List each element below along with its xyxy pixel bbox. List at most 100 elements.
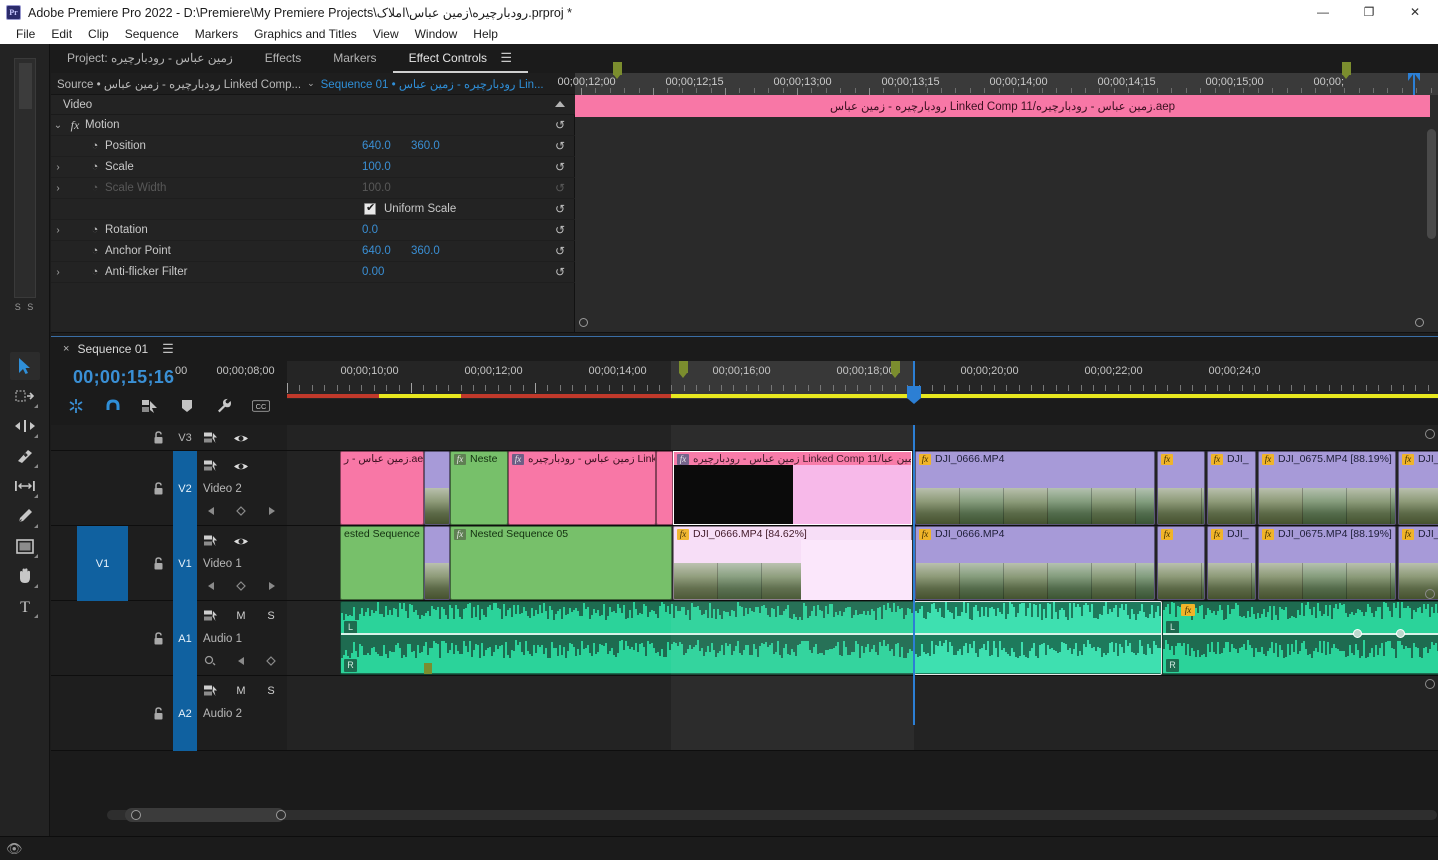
timeline-clip[interactable] — [424, 526, 450, 600]
track-lock-icon[interactable] — [153, 431, 164, 447]
stopwatch-icon[interactable]: ◔ — [85, 224, 105, 236]
track-target-v3[interactable]: V3 — [173, 425, 197, 451]
menu-view[interactable]: View — [365, 26, 407, 42]
timeline-clip[interactable]: fx — [1157, 451, 1205, 525]
slip-tool[interactable] — [10, 472, 40, 500]
timeline-clip[interactable]: ested Sequence 04 — [340, 526, 424, 600]
timeline-clip[interactable]: fx Neste — [450, 451, 508, 525]
track-target-a2[interactable]: A2 — [173, 676, 197, 751]
eye-icon[interactable]: 👁 — [6, 841, 23, 857]
track-target-v1[interactable]: V1 — [173, 526, 197, 601]
track-body-v1[interactable]: ested Sequence 04 fx Nested Sequence 05 fx D… — [287, 526, 1438, 601]
reset-icon[interactable]: ↺ — [555, 265, 565, 279]
timeline-clip[interactable]: fx Nested Sequence 05 — [450, 526, 672, 600]
scrollbar-right-grip[interactable] — [276, 810, 286, 820]
vscroll-mid-grip[interactable] — [1425, 589, 1435, 599]
hand-tool[interactable] — [10, 562, 40, 590]
track-lock-icon[interactable] — [153, 631, 164, 648]
effect-controls-vertical-scrollbar[interactable] — [1427, 129, 1436, 239]
add-keyframe-icon[interactable] — [233, 579, 249, 593]
stopwatch-icon[interactable]: ◔ — [85, 245, 105, 257]
effect-controls-ruler[interactable]: 00;00;12;00 00;00;12;15 00;00;13;00 00;00;1… — [558, 62, 1438, 95]
reset-icon[interactable]: ↺ — [555, 202, 565, 216]
sync-lock-icon[interactable] — [203, 534, 219, 548]
ruler-workarea-bar[interactable] — [287, 394, 1438, 398]
tab-project[interactable]: Project: زمین عباس - رودبارچیره — [51, 45, 249, 73]
property-row-anchor-point[interactable]: ◔ Anchor Point 640.0 360.0 ↺ — [51, 241, 575, 262]
timeline-clip[interactable]: fx DJI_0675.MP4 [88.19%] — [1258, 451, 1396, 525]
track-body-v2[interactable]: زمین عباس - ر.aepfxNestefxزمین عباس - رو… — [287, 451, 1438, 526]
panel-menu-icon[interactable]: ☰ — [162, 341, 174, 357]
property-row-uniform-scale[interactable]: Uniform Scale ↺ — [51, 199, 575, 220]
timeline-playhead[interactable] — [907, 361, 921, 404]
tab-effects[interactable]: Effects — [249, 45, 317, 73]
timeline-clip[interactable] — [424, 451, 450, 525]
stopwatch-icon[interactable]: ◔ — [85, 140, 105, 152]
timeline-ruler[interactable]: 00 00;00;08;00 00;00;10;00 00;00;12;00 00;00… — [175, 361, 1438, 404]
sequence-marker[interactable] — [891, 361, 900, 378]
twirl-icon[interactable]: › — [51, 267, 65, 278]
track-header-v1[interactable]: V1 V1 Video 1 — [51, 526, 287, 601]
audio-volume-keyframe[interactable] — [1353, 629, 1362, 638]
zoom-left-handle[interactable] — [579, 318, 588, 327]
sync-lock-icon[interactable] — [203, 459, 219, 473]
scrollbar-track[interactable] — [107, 810, 1437, 820]
prev-keyframe-icon[interactable] — [233, 654, 249, 668]
selection-tool[interactable] — [10, 352, 40, 380]
menu-markers[interactable]: Markers — [187, 26, 246, 42]
track-header-v3[interactable]: V3 — [51, 425, 287, 451]
prev-keyframe-icon[interactable] — [203, 504, 219, 518]
track-mute-button[interactable]: M — [233, 609, 249, 623]
timeline-clip[interactable]: fx DJI_0666.MP4 — [915, 451, 1155, 525]
track-target-v2[interactable]: V2 — [173, 451, 197, 526]
minimize-button[interactable]: — — [1300, 0, 1346, 24]
stopwatch-icon[interactable]: ◔ — [85, 161, 105, 173]
snap-magnet-icon[interactable] — [104, 397, 122, 415]
next-keyframe-icon[interactable] — [263, 504, 279, 518]
maximize-button[interactable]: ❐ — [1346, 0, 1392, 24]
nest-sequence-icon[interactable] — [67, 397, 85, 415]
track-body-a1[interactable]: L R L Rfx — [287, 601, 1438, 676]
scrollbar-thumb[interactable] — [125, 808, 285, 822]
track-body-a2[interactable] — [287, 676, 1438, 751]
property-value-y[interactable]: 360.0 — [411, 245, 440, 257]
timeline-vertical-scrollbar[interactable] — [1425, 429, 1435, 699]
close-button[interactable]: ✕ — [1392, 0, 1438, 24]
track-lock-icon[interactable] — [153, 556, 164, 573]
tab-markers[interactable]: Markers — [317, 45, 392, 73]
close-icon[interactable]: × — [51, 343, 77, 355]
track-mute-button[interactable]: M — [233, 684, 249, 698]
prev-keyframe-icon[interactable] — [203, 579, 219, 593]
razor-tool[interactable] — [10, 442, 40, 470]
keyframe-settings-icon[interactable] — [203, 654, 219, 668]
playhead-handle[interactable] — [907, 386, 921, 404]
timeline-clip[interactable]: fx زمین عباس - رودبارچیره Linked C — [508, 451, 656, 525]
property-value-x[interactable]: 640.0 — [362, 140, 391, 152]
reset-icon[interactable]: ↺ — [555, 160, 565, 174]
effect-controls-marker[interactable] — [1342, 62, 1351, 79]
menu-edit[interactable]: Edit — [43, 26, 80, 42]
chevron-down-icon[interactable]: ⌄ — [307, 78, 315, 89]
eye-icon[interactable] — [233, 534, 249, 548]
source-patch-v1[interactable]: V1 — [77, 526, 128, 601]
eye-icon[interactable] — [233, 431, 249, 445]
next-keyframe-icon[interactable] — [263, 579, 279, 593]
effect-controls-clip-bar[interactable]: رودبارچیره - زمین عباس Linked Comp 11/زم… — [575, 95, 1430, 117]
menu-help[interactable]: Help — [465, 26, 506, 42]
scrollbar-left-grip[interactable] — [131, 810, 141, 820]
reset-icon[interactable]: ↺ — [555, 223, 565, 237]
timeline-clip[interactable]: fx DJI_ — [1207, 451, 1256, 525]
eye-icon[interactable] — [233, 459, 249, 473]
timeline-clip[interactable]: fx DJI_0675.MP4 [88.19%] — [1258, 526, 1396, 600]
vscroll-bottom-grip[interactable] — [1425, 679, 1435, 689]
property-row-motion[interactable]: ⌄ fx Motion ↺ — [51, 115, 575, 136]
timeline-clip[interactable]: fx DJI_ — [1207, 526, 1256, 600]
sync-lock-icon[interactable] — [203, 609, 219, 623]
effect-controls-playhead[interactable] — [1408, 73, 1420, 95]
track-solo-button[interactable]: S — [263, 684, 279, 698]
audio-volume-line[interactable] — [915, 633, 1161, 635]
sync-lock-icon[interactable] — [203, 684, 219, 698]
property-value-y[interactable]: 360.0 — [411, 140, 440, 152]
timeline-clip[interactable] — [656, 451, 673, 525]
tab-sequence-01[interactable]: Sequence 01 — [77, 342, 148, 356]
